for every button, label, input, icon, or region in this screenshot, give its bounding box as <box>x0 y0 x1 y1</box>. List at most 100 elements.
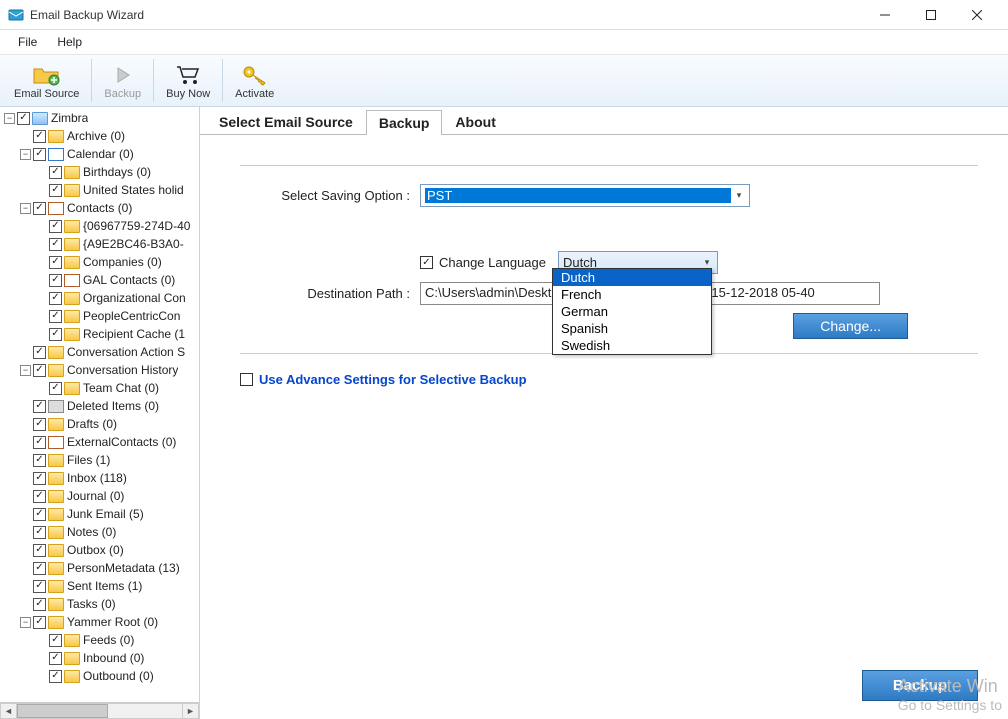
tree-checkbox[interactable] <box>33 454 46 467</box>
scroll-thumb[interactable] <box>17 704 108 718</box>
tree-row[interactable]: United States holid <box>0 181 199 199</box>
tree-checkbox[interactable] <box>49 184 62 197</box>
tree-checkbox[interactable] <box>33 400 46 413</box>
tree-checkbox[interactable] <box>33 508 46 521</box>
tree-row[interactable]: Outbound (0) <box>0 667 199 685</box>
scroll-track[interactable] <box>17 703 182 719</box>
tab-backup[interactable]: Backup <box>366 110 443 135</box>
tree-checkbox[interactable] <box>49 166 62 179</box>
tree-checkbox[interactable] <box>33 418 46 431</box>
close-button[interactable] <box>954 0 1000 30</box>
tree-checkbox[interactable] <box>49 382 62 395</box>
tree-row[interactable]: Organizational Con <box>0 289 199 307</box>
menu-help[interactable]: Help <box>47 32 92 52</box>
tree-checkbox[interactable] <box>33 202 46 215</box>
tree-checkbox[interactable] <box>33 580 46 593</box>
language-dropdown-list[interactable]: DutchFrenchGermanSpanishSwedish <box>552 268 712 355</box>
tree-row[interactable]: PeopleCentricCon <box>0 307 199 325</box>
maximize-button[interactable] <box>908 0 954 30</box>
advance-settings-label[interactable]: Use Advance Settings for Selective Backu… <box>259 372 527 387</box>
tree-row[interactable]: Sent Items (1) <box>0 577 199 595</box>
tree-row[interactable]: {A9E2BC46-B3A0- <box>0 235 199 253</box>
tree-row[interactable]: Recipient Cache (1 <box>0 325 199 343</box>
language-option[interactable]: French <box>553 286 711 303</box>
change-button[interactable]: Change... <box>793 313 908 339</box>
tree-checkbox[interactable] <box>33 148 46 161</box>
language-option[interactable]: German <box>553 303 711 320</box>
tree-row[interactable]: Tasks (0) <box>0 595 199 613</box>
tree-checkbox[interactable] <box>33 346 46 359</box>
language-option[interactable]: Dutch <box>553 269 711 286</box>
tree-row[interactable]: −Calendar (0) <box>0 145 199 163</box>
toolbar-email-source[interactable]: Email Source <box>4 55 89 106</box>
tree-row[interactable]: Junk Email (5) <box>0 505 199 523</box>
advance-settings-checkbox[interactable] <box>240 373 253 386</box>
tree-horizontal-scrollbar[interactable]: ◄ ► <box>0 702 199 719</box>
tree-checkbox[interactable] <box>49 652 62 665</box>
tree-checkbox[interactable] <box>49 238 62 251</box>
toolbar-buy-now[interactable]: Buy Now <box>156 55 220 106</box>
tree-checkbox[interactable] <box>49 328 62 341</box>
tree-row[interactable]: −Yammer Root (0) <box>0 613 199 631</box>
tree-checkbox[interactable] <box>49 274 62 287</box>
tree-row[interactable]: −Zimbra <box>0 109 199 127</box>
minimize-button[interactable] <box>862 0 908 30</box>
tree-row[interactable]: PersonMetadata (13) <box>0 559 199 577</box>
collapse-icon[interactable]: − <box>20 149 31 160</box>
tree-checkbox[interactable] <box>33 472 46 485</box>
toolbar-activate[interactable]: Activate <box>225 55 284 106</box>
tree-checkbox[interactable] <box>49 292 62 305</box>
tree-checkbox[interactable] <box>33 598 46 611</box>
collapse-icon[interactable]: − <box>20 617 31 628</box>
tree-row[interactable]: −Conversation History <box>0 361 199 379</box>
tree-row[interactable]: Deleted Items (0) <box>0 397 199 415</box>
scroll-left-arrow[interactable]: ◄ <box>0 703 17 719</box>
tree-checkbox[interactable] <box>33 544 46 557</box>
folder-tree[interactable]: −ZimbraArchive (0)−Calendar (0)Birthdays… <box>0 107 199 702</box>
tree-row[interactable]: Outbox (0) <box>0 541 199 559</box>
tree-checkbox[interactable] <box>49 670 62 683</box>
tab-select-email-source[interactable]: Select Email Source <box>206 109 366 134</box>
tree-row[interactable]: Archive (0) <box>0 127 199 145</box>
tree-checkbox[interactable] <box>33 562 46 575</box>
tree-checkbox[interactable] <box>33 526 46 539</box>
tree-row[interactable]: {06967759-274D-40 <box>0 217 199 235</box>
tree-checkbox[interactable] <box>17 112 30 125</box>
backup-button[interactable]: Backup <box>862 670 978 701</box>
scroll-right-arrow[interactable]: ► <box>182 703 199 719</box>
tree-row[interactable]: Feeds (0) <box>0 631 199 649</box>
toolbar-backup[interactable]: Backup <box>94 55 151 106</box>
tree-row[interactable]: Notes (0) <box>0 523 199 541</box>
tree-row[interactable]: Drafts (0) <box>0 415 199 433</box>
language-option[interactable]: Swedish <box>553 337 711 354</box>
tree-checkbox[interactable] <box>49 310 62 323</box>
tree-checkbox[interactable] <box>49 634 62 647</box>
collapse-icon[interactable]: − <box>20 203 31 214</box>
language-option[interactable]: Spanish <box>553 320 711 337</box>
tree-checkbox[interactable] <box>49 256 62 269</box>
menu-file[interactable]: File <box>8 32 47 52</box>
tree-row[interactable]: Team Chat (0) <box>0 379 199 397</box>
collapse-icon[interactable]: − <box>20 365 31 376</box>
tree-row[interactable]: Conversation Action S <box>0 343 199 361</box>
tree-row[interactable]: Files (1) <box>0 451 199 469</box>
collapse-icon[interactable]: − <box>4 113 15 124</box>
tree-row[interactable]: Birthdays (0) <box>0 163 199 181</box>
tree-checkbox[interactable] <box>33 130 46 143</box>
tree-row[interactable]: −Contacts (0) <box>0 199 199 217</box>
tree-row[interactable]: Inbound (0) <box>0 649 199 667</box>
tree-checkbox[interactable] <box>33 490 46 503</box>
tree-checkbox[interactable] <box>33 364 46 377</box>
tab-about[interactable]: About <box>442 109 508 134</box>
tree-row[interactable]: Journal (0) <box>0 487 199 505</box>
tree-row[interactable]: ExternalContacts (0) <box>0 433 199 451</box>
tree-row[interactable]: Companies (0) <box>0 253 199 271</box>
change-language-checkbox[interactable] <box>420 256 433 269</box>
tree-row[interactable]: Inbox (118) <box>0 469 199 487</box>
tree-row[interactable]: GAL Contacts (0) <box>0 271 199 289</box>
saving-option-combo[interactable]: PST ▾ <box>420 184 750 207</box>
tree-checkbox[interactable] <box>33 616 46 629</box>
tree-label: Feeds (0) <box>83 633 134 647</box>
tree-checkbox[interactable] <box>33 436 46 449</box>
tree-checkbox[interactable] <box>49 220 62 233</box>
